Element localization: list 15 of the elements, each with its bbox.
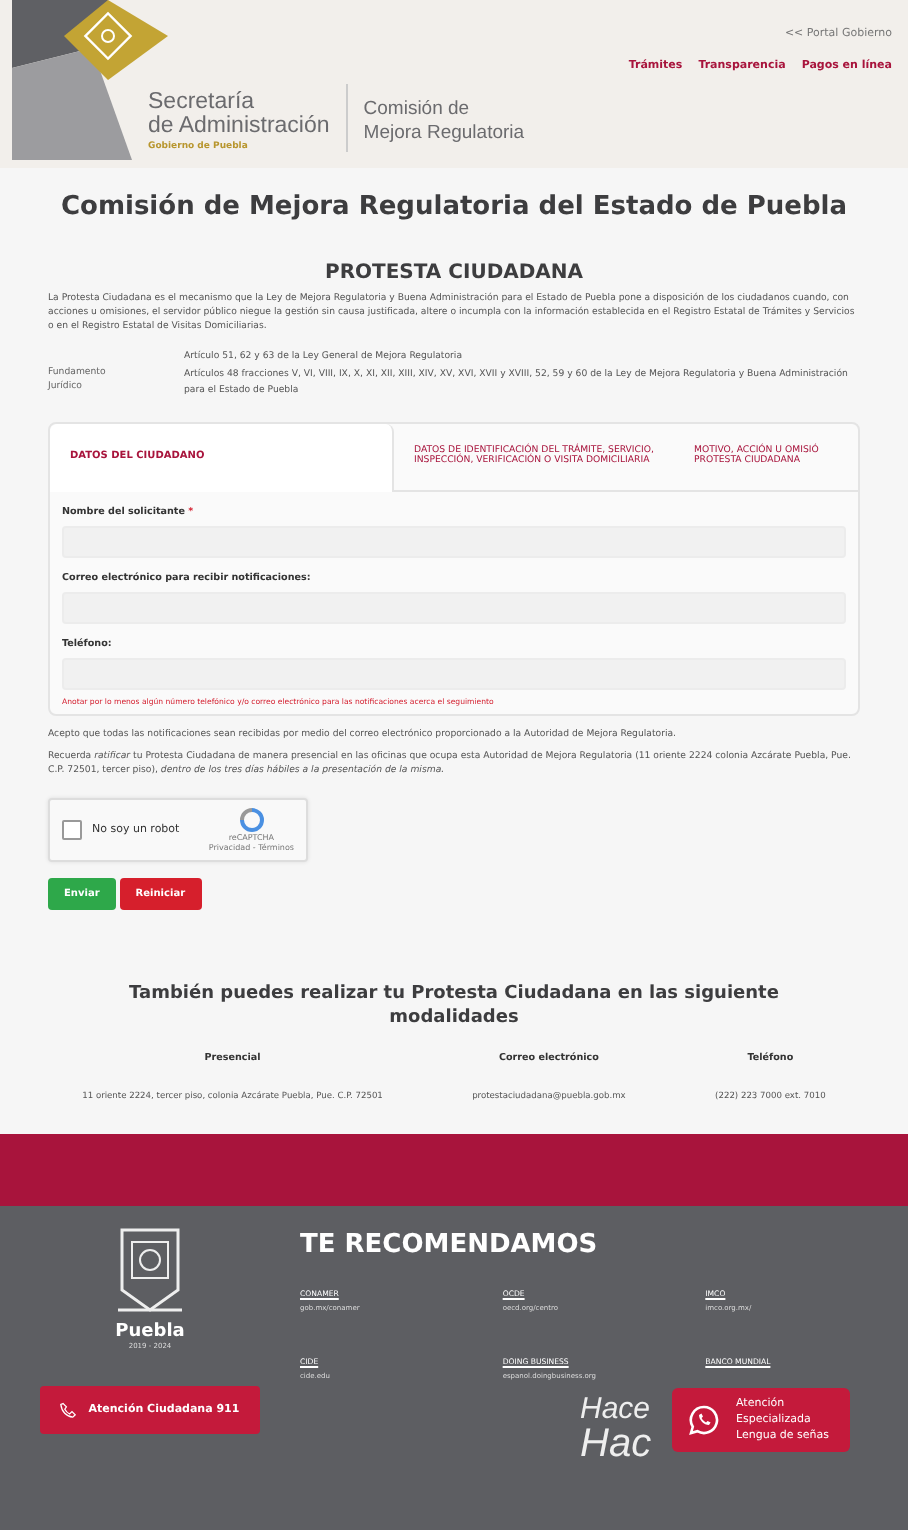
captcha-logo-icon	[239, 807, 264, 832]
agency-name: Secretaría	[148, 89, 257, 114]
brand-name: Puebla	[115, 1322, 185, 1343]
phone-icon	[60, 1402, 77, 1419]
slogan-text: Hace	[580, 1396, 652, 1426]
captcha-checkbox[interactable]	[62, 819, 82, 840]
chat-bubble-icon	[688, 1404, 720, 1437]
modalities-heading: También puedes realizar tu Protesta Ciudadana en las siguiente modalidades	[127, 981, 781, 1031]
commission-name: Comisión de	[363, 98, 472, 122]
slogan-text: Hac	[580, 1425, 652, 1464]
page-title: Comisión de Mejora Regulatoria del Estado de Puebla	[58, 192, 850, 222]
commission-name: Mejora Regulatoria	[363, 121, 525, 144]
footer-heading: TE RECOMENDAMOS	[300, 1230, 600, 1261]
section-title: PROTESTA CIUDADANA	[322, 262, 586, 284]
agency-name: de Administración	[148, 113, 330, 138]
